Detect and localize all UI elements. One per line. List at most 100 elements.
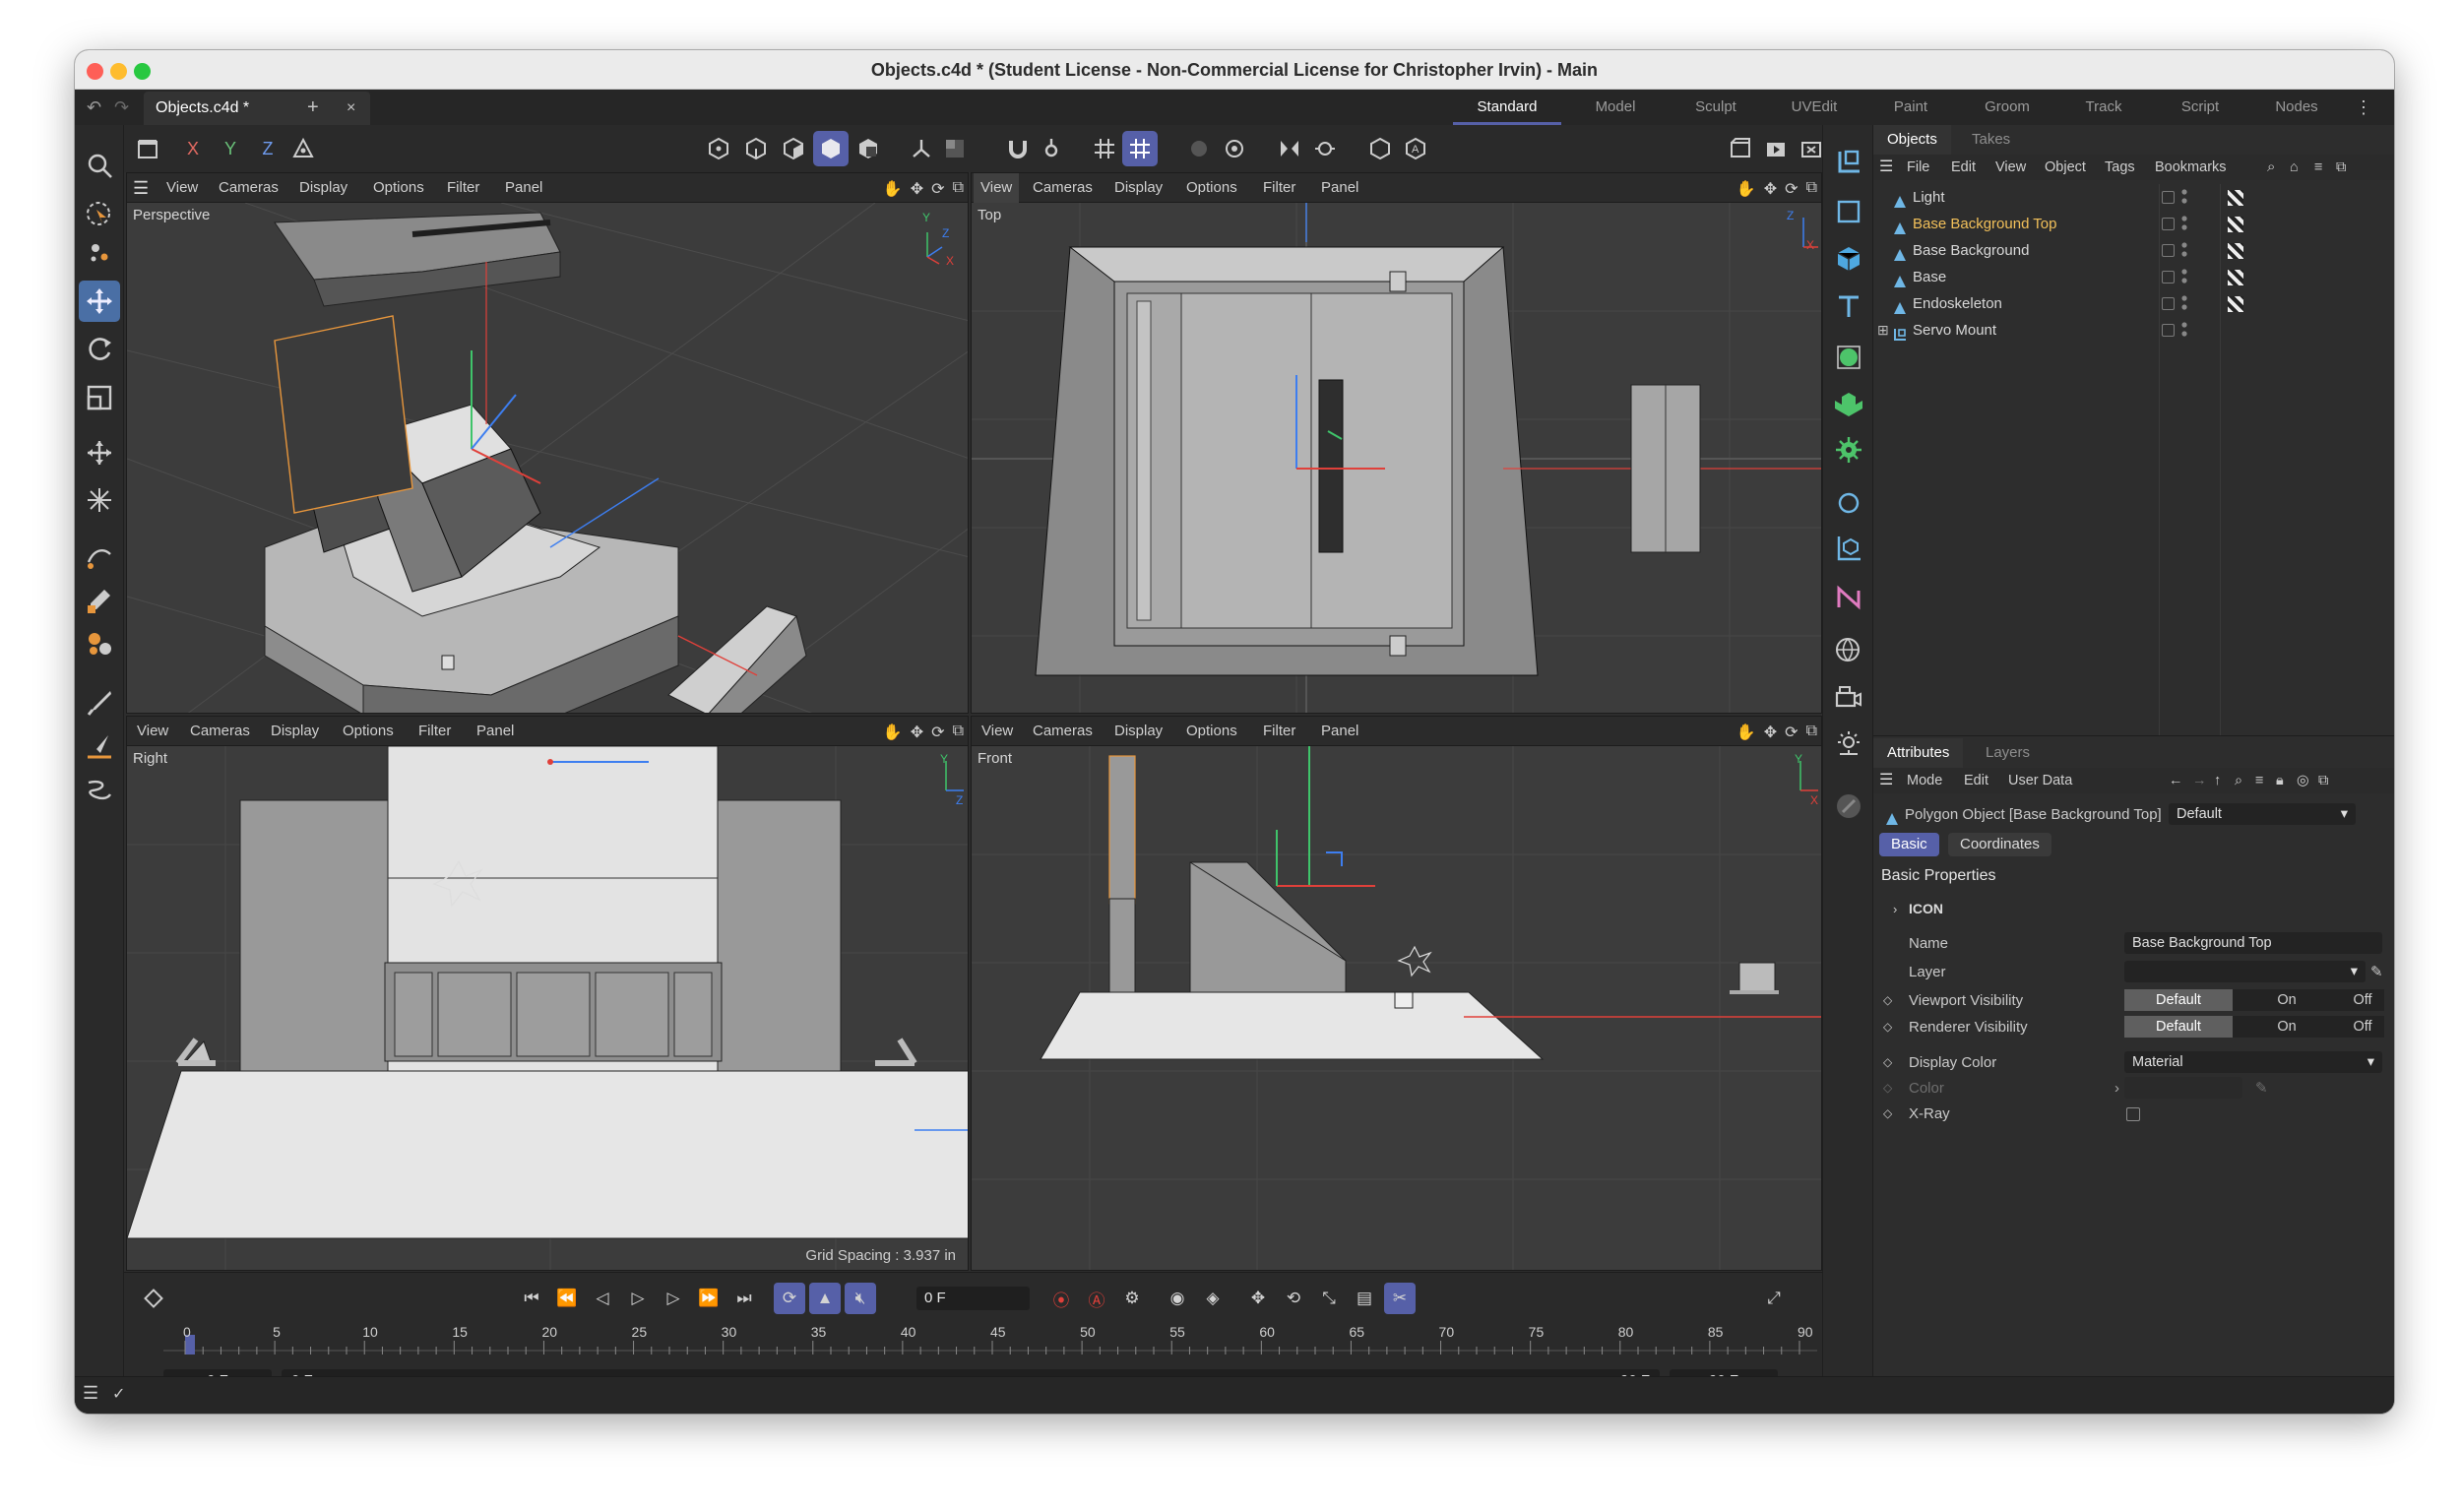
previous-key-icon[interactable]: ⏪ [551, 1283, 583, 1314]
move-gizmo-icon[interactable] [79, 231, 120, 273]
filter-menu[interactable]: Filter [1263, 717, 1295, 746]
y-axis-toggle[interactable]: Y [213, 131, 248, 166]
make-editable-icon[interactable] [130, 131, 165, 166]
view-menu[interactable]: View [974, 173, 1020, 203]
keyframe-diamond-icon[interactable]: ◇ [1883, 1049, 1892, 1076]
layer-field[interactable]: ▾ [2124, 961, 2366, 982]
symmetry-icon[interactable] [1272, 131, 1307, 166]
layout-script[interactable]: Script [2146, 90, 2254, 125]
layout-model[interactable]: Model [1561, 90, 1670, 125]
visibility-dots[interactable] [2181, 268, 2187, 285]
edges-mode-icon[interactable] [738, 131, 774, 166]
lock-icon[interactable]: 🔒︎ [2276, 768, 2284, 793]
name-field[interactable]: Base Background Top [2124, 932, 2382, 954]
cameras-menu[interactable]: Cameras [1033, 173, 1093, 203]
z-axis-toggle[interactable]: Z [250, 131, 285, 166]
layout-uvedit[interactable]: UVEdit [1760, 90, 1868, 125]
sketch-style-icon[interactable] [1829, 787, 1868, 826]
next-key-icon[interactable]: ⏩ [693, 1283, 725, 1314]
environment-icon[interactable] [1829, 631, 1868, 670]
renderer-vis-off[interactable]: Off [2341, 1016, 2384, 1038]
edit-toggle[interactable] [2162, 297, 2175, 310]
pan-icon[interactable]: ✋ [1736, 179, 1756, 199]
maximize-view-icon[interactable]: ⧉ [1806, 179, 1817, 199]
list-item[interactable]: Base Background Top [1873, 211, 2394, 237]
undo-icon[interactable]: ↶ [87, 90, 101, 125]
rotate-view-icon[interactable]: ⟳ [931, 723, 944, 742]
search-icon[interactable]: ⌕ [2235, 768, 2242, 793]
previous-frame-icon[interactable]: ◁ [587, 1283, 618, 1314]
xray-checkbox[interactable] [2126, 1107, 2140, 1121]
polygons-mode-icon[interactable] [776, 131, 811, 166]
move-key-icon[interactable]: ✥ [1242, 1283, 1274, 1314]
back-arrow-icon[interactable]: ← [2169, 768, 2183, 793]
menu-icon[interactable]: ☰ [83, 1383, 98, 1404]
scale-key-icon[interactable]: ⤡ [1313, 1283, 1345, 1314]
keyframe-diamond-icon[interactable]: ◇ [1883, 1101, 1892, 1127]
spline-smooth-icon[interactable] [79, 769, 120, 810]
icon-group[interactable]: › ICON [1873, 896, 2394, 922]
display-menu[interactable]: Display [1114, 717, 1163, 746]
visibility-dots[interactable] [2181, 294, 2187, 312]
display-menu[interactable]: Display [1114, 173, 1163, 203]
rotate-view-icon[interactable]: ⟳ [931, 179, 944, 199]
new-tab-icon[interactable]: + [307, 90, 319, 125]
brush-tools-icon[interactable] [79, 623, 120, 664]
list-item[interactable]: Endoskeleton [1873, 290, 2394, 317]
options-menu[interactable]: Options [343, 717, 394, 746]
render-layer-icon[interactable] [1362, 131, 1398, 166]
panel-menu[interactable]: Panel [1321, 717, 1358, 746]
forward-arrow-icon[interactable]: → [2192, 768, 2207, 793]
layout-groom[interactable]: Groom [1953, 90, 2061, 125]
effector-icon[interactable] [1829, 430, 1868, 470]
options-menu[interactable]: Options [373, 173, 424, 203]
layer-pick-icon[interactable]: ✎ [2370, 959, 2383, 985]
light-object-icon[interactable] [1829, 724, 1868, 763]
keyframe-icon[interactable] [138, 1283, 169, 1314]
null-object-icon[interactable] [1829, 143, 1868, 182]
viewport-menu-icon[interactable]: ☰ [133, 178, 149, 199]
cameras-menu[interactable]: Cameras [1033, 717, 1093, 746]
play-icon[interactable]: ▷ [622, 1283, 654, 1314]
maximize-view-icon[interactable]: ⧉ [1806, 723, 1817, 742]
coordinate-system-icon[interactable] [285, 131, 321, 166]
cameras-menu[interactable]: Cameras [190, 717, 250, 746]
options-menu[interactable]: Options [1186, 717, 1237, 746]
camera-object-icon[interactable] [1829, 678, 1868, 718]
filter-icon[interactable]: ≡ [2255, 768, 2263, 793]
panel-menu[interactable]: Panel [505, 173, 542, 203]
display-color-dropdown[interactable]: Material ▾ [2124, 1051, 2382, 1073]
go-to-end-icon[interactable]: ⏭ [728, 1283, 760, 1314]
viewport-top[interactable]: View Cameras Display Options Filter Pane… [971, 172, 1822, 714]
bookmarks-menu[interactable]: Bookmarks [2155, 155, 2227, 180]
knife-tool-icon[interactable] [79, 725, 120, 767]
redo-icon[interactable]: ↷ [114, 90, 129, 125]
transform-tool-icon[interactable] [79, 432, 120, 473]
dolly-icon[interactable]: ✥ [911, 723, 923, 742]
cube-object-icon[interactable] [1829, 239, 1868, 279]
up-arrow-icon[interactable]: ↑ [2214, 768, 2221, 793]
render-view-icon[interactable] [1758, 131, 1794, 166]
rotate-key-icon[interactable]: ⟲ [1278, 1283, 1309, 1314]
field-icon[interactable] [1829, 529, 1868, 568]
visibility-dots[interactable] [2181, 188, 2187, 206]
search-icon[interactable]: ⌕ [2267, 155, 2275, 180]
tab-objects[interactable]: Objects [1873, 125, 1951, 155]
scene-object-icon[interactable] [1829, 578, 1868, 617]
layout-sculpt[interactable]: Sculpt [1662, 90, 1770, 125]
list-item[interactable]: ⊞ Servo Mount [1873, 317, 2394, 344]
filter-menu[interactable]: Filter [1263, 173, 1295, 203]
expand-icon[interactable]: ⊞ [1877, 317, 1889, 344]
view-menu[interactable]: View [1995, 155, 2026, 180]
edit-toggle[interactable] [2162, 218, 2175, 230]
tab-attributes[interactable]: Attributes [1873, 738, 1964, 768]
file-menu[interactable]: File [1907, 155, 1929, 180]
phong-tag-icon[interactable] [2228, 243, 2243, 259]
dolly-icon[interactable]: ✥ [1764, 179, 1777, 199]
more-options-icon[interactable]: ⋮ [2349, 90, 2378, 125]
view-menu[interactable]: View [166, 173, 198, 203]
rotate-tool-icon[interactable] [79, 328, 120, 369]
symmetry-settings-icon[interactable] [1307, 131, 1343, 166]
pla-key-icon[interactable]: ✂ [1384, 1283, 1416, 1314]
snap-magnet-icon[interactable] [1000, 131, 1036, 166]
